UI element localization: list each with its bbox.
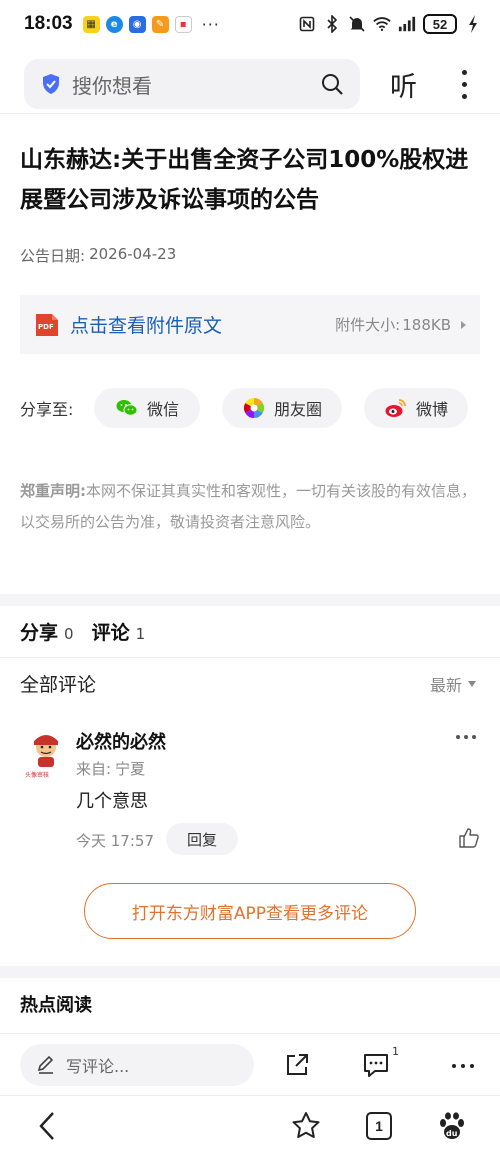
share-icon[interactable]	[283, 1051, 311, 1079]
attachment-size-value: 188KB	[402, 315, 451, 334]
attachment-link[interactable]: PDF 点击查看附件原文 附件大小: 188KB	[20, 295, 480, 354]
pdf-icon: PDF	[36, 313, 58, 336]
disclaimer-text: 本网不保证其真实性和客观性，一切有关该股的有效信息，以交易所的公告为准，敬请投资…	[20, 482, 477, 531]
bluetooth-icon	[323, 15, 341, 33]
battery-indicator: 52	[423, 14, 457, 34]
all-comments-heading: 全部评论	[20, 674, 97, 696]
attachment-link-text[interactable]: 点击查看附件原文	[70, 311, 222, 338]
comment-more-icon[interactable]	[456, 735, 476, 739]
disclaimer: 郑重声明:本网不保证其真实性和客观性，一切有关该股的有效信息，以交易所的公告为准…	[20, 476, 480, 538]
share-weibo-button[interactable]: 微博	[364, 388, 468, 428]
weibo-icon	[385, 399, 406, 417]
bottom-toolbar: 写评论... 1	[0, 1033, 500, 1095]
star-icon[interactable]	[290, 1110, 322, 1142]
wechat-icon	[116, 400, 138, 416]
reply-button[interactable]: 回复	[166, 823, 238, 855]
share-moments-label: 朋友圈	[273, 400, 322, 419]
disclaimer-title: 郑重声明:	[20, 482, 86, 500]
bulb-notification-icon: ◉	[128, 15, 146, 33]
tab-comments-count: 1	[135, 625, 146, 643]
share-weibo-label: 微博	[415, 400, 448, 419]
shield-check-icon	[43, 74, 59, 94]
more-menu-icon[interactable]	[452, 64, 476, 104]
tabs-divider	[0, 657, 500, 658]
share-wechat-button[interactable]: 微信	[94, 388, 200, 428]
comment-input-placeholder: 写评论...	[66, 1057, 130, 1076]
attachment-size: 附件大小: 188KB	[335, 314, 466, 335]
tabs-button[interactable]: 1	[366, 1112, 392, 1140]
comments-icon[interactable]	[362, 1051, 390, 1079]
section-divider	[0, 594, 500, 606]
comment-input[interactable]: 写评论...	[20, 1044, 254, 1086]
share-wechat-label: 微信	[146, 400, 179, 419]
share-label: 分享至:	[20, 400, 74, 419]
moments-icon	[243, 397, 265, 419]
app-notification-icon: ▦	[82, 15, 100, 33]
search-placeholder: 搜你想看	[72, 73, 152, 98]
sort-dropdown[interactable]: 最新	[430, 672, 477, 696]
open-app-button[interactable]: 打开东方财富APP查看更多评论	[84, 883, 416, 939]
mute-icon	[348, 15, 366, 33]
back-icon[interactable]	[32, 1110, 64, 1142]
search-input[interactable]: 搜你想看	[24, 59, 360, 109]
comments-badge: 1	[392, 1045, 399, 1058]
like-icon[interactable]	[458, 827, 480, 849]
share-moments-button[interactable]: 朋友圈	[222, 388, 342, 428]
status-time: 18:03	[24, 13, 73, 34]
comment-location-label: 来自:	[76, 760, 112, 778]
notification-icons: ▦ e ◉ ✎ ▪ ···	[82, 14, 220, 34]
nfc-icon	[298, 15, 316, 33]
attachment-size-label: 附件大小:	[335, 316, 401, 334]
charging-icon	[464, 15, 482, 33]
header-divider	[0, 113, 500, 114]
comment-tabs: 分享 0 评论 1	[20, 618, 157, 648]
section-divider-2	[0, 966, 500, 978]
date-label: 公告日期:	[20, 247, 86, 265]
search-icon[interactable]	[320, 72, 344, 96]
tab-comments[interactable]: 评论	[92, 618, 130, 645]
status-bar: 18:03 ▦ e ◉ ✎ ▪ ··· 52	[0, 0, 500, 48]
wifi-icon	[373, 15, 391, 33]
more-notifications-icon: ···	[201, 14, 220, 34]
sort-label: 最新	[430, 676, 463, 695]
chevron-down-icon	[468, 681, 477, 687]
signal-icon	[398, 15, 416, 33]
baidu-paw-icon[interactable]: du	[436, 1110, 468, 1142]
calendar-notification-icon: ▪	[174, 15, 192, 33]
comment-time: 今天 17:57	[76, 832, 154, 850]
toolbar-more-icon[interactable]	[452, 1064, 474, 1068]
search-header: 搜你想看 听	[0, 58, 500, 110]
listen-button[interactable]: 听	[390, 65, 417, 104]
comment-location-value: 宁夏	[115, 760, 146, 778]
comment-username[interactable]: 必然的必然	[76, 728, 166, 754]
share-row: 分享至: 微信 朋友圈 微博	[20, 388, 480, 428]
note-notification-icon: ✎	[151, 15, 169, 33]
svg-text:du: du	[446, 1129, 458, 1138]
tab-share[interactable]: 分享	[20, 618, 58, 645]
avatar-caption: 头像审核	[25, 771, 49, 779]
browser-notification-icon: e	[105, 15, 123, 33]
article-title: 山东赫达:关于出售全资子公司100%股权进展暨公司涉及诉讼事项的公告	[20, 147, 469, 213]
chevron-right-icon	[461, 320, 466, 329]
date-value: 2026-04-23	[89, 245, 177, 263]
comment-item: 头像审核 必然的必然 来自: 宁夏 几个意思 今天 17:57 回复	[20, 725, 480, 865]
comment-body: 几个意思	[76, 791, 148, 812]
comment-location: 来自: 宁夏	[76, 758, 145, 779]
browser-nav-bar: 1 du	[0, 1095, 500, 1159]
article-date: 公告日期: 2026-04-23	[20, 245, 176, 266]
hot-reading-title: 热点阅读	[20, 995, 92, 1016]
pencil-icon	[37, 1055, 54, 1074]
tab-share-count: 0	[64, 625, 74, 643]
avatar[interactable]: 头像审核	[24, 731, 68, 779]
svg-text:PDF: PDF	[38, 323, 54, 331]
